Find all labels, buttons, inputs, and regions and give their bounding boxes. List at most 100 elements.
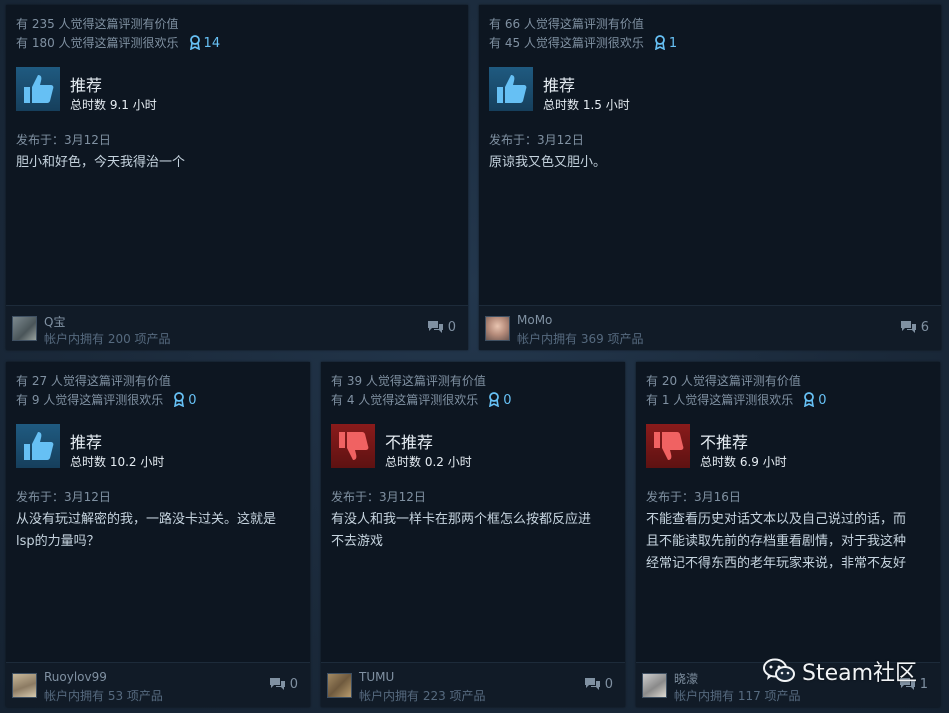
comment-count: 6 xyxy=(920,320,929,335)
review-card[interactable]: 有 27 人觉得这篇评测有价值 有 9 人觉得这篇评测很欢乐 0 推荐 总时数 1… xyxy=(6,362,310,707)
comment-icon xyxy=(900,321,916,333)
funny-count: 有 1 人觉得这篇评测很欢乐 xyxy=(646,393,794,407)
thumbs-up-icon xyxy=(489,67,533,111)
comment-icon xyxy=(584,678,600,690)
avatar[interactable] xyxy=(12,673,37,698)
review-text: 不能查看历史对话文本以及自己说过的话，而 且不能读取先前的存档重看剧情，对于我这… xyxy=(646,509,906,575)
products-owned: 帐户内拥有 117 项产品 xyxy=(674,689,801,703)
comment-icon xyxy=(427,321,443,333)
comments-link[interactable]: 0 xyxy=(427,320,456,335)
award-count: 14 xyxy=(203,36,221,51)
helpful-stats: 有 27 人觉得这篇评测有价值 有 9 人觉得这篇评测很欢乐 0 xyxy=(16,372,197,410)
review-author[interactable]: Q宝 帐户内拥有 200 项产品 0 xyxy=(6,305,468,350)
avatar[interactable] xyxy=(485,316,510,341)
posted-date: 发布于：3月12日 xyxy=(331,490,426,504)
review-text-line: 胆小和好色，今天我得治一个 xyxy=(16,155,186,170)
comments-link[interactable]: 0 xyxy=(269,677,298,692)
watermark-text: Steam社区 xyxy=(802,661,918,686)
hours-played: 总时数 1.5 小时 xyxy=(543,98,630,112)
review-text: 从没有玩过解密的我，一路没卡过关。这就是 lsp的力量吗？ xyxy=(16,509,276,553)
author-name[interactable]: Q宝 xyxy=(44,313,65,330)
comments-link[interactable]: 0 xyxy=(584,677,613,692)
products-owned: 帐户内拥有 223 项产品 xyxy=(359,689,486,703)
review-text-line: lsp的力量吗？ xyxy=(16,534,100,549)
funny-count: 有 180 人觉得这篇评测很欢乐 xyxy=(16,36,179,50)
hours-played: 总时数 0.2 小时 xyxy=(385,455,472,469)
thumbs-down-icon xyxy=(331,424,375,468)
review-text-line: 经常记不得东西的老年玩家来说，非常不友好 xyxy=(646,556,907,571)
helpful-stats: 有 66 人觉得这篇评测有价值 有 45 人觉得这篇评测很欢乐 1 xyxy=(489,15,677,53)
comments-link[interactable]: 6 xyxy=(900,320,929,335)
review-verdict[interactable]: 推荐 总时数 9.1 小时 xyxy=(16,67,316,113)
watermark: Steam社区 xyxy=(762,656,917,686)
wechat-icon xyxy=(763,658,795,682)
award-ribbon-icon xyxy=(189,35,200,51)
award-badge[interactable]: 1 xyxy=(654,34,677,53)
award-badge[interactable]: 14 xyxy=(189,34,221,53)
verdict-label: 不推荐 xyxy=(385,433,434,452)
review-verdict[interactable]: 不推荐 总时数 0.2 小时 xyxy=(331,424,631,470)
review-card[interactable]: 有 66 人觉得这篇评测有价值 有 45 人觉得这篇评测很欢乐 1 推荐 总时数 … xyxy=(479,5,941,350)
award-ribbon-icon xyxy=(489,392,500,408)
products-owned: 帐户内拥有 53 项产品 xyxy=(44,689,163,703)
review-text-line: 且不能读取先前的存档重看剧情，对于我这种 xyxy=(646,534,907,549)
review-text: 有没人和我一样卡在那两个框怎么按都反应进 不去游戏 xyxy=(331,509,591,553)
thumbs-up-icon xyxy=(16,424,60,468)
helpful-stats: 有 20 人觉得这篇评测有价值 有 1 人觉得这篇评测很欢乐 0 xyxy=(646,372,827,410)
award-badge[interactable]: 0 xyxy=(488,391,512,410)
helpful-count: 有 235 人觉得这篇评测有价值 xyxy=(16,17,179,31)
comment-count: 1 xyxy=(919,677,928,692)
award-count: 0 xyxy=(188,393,197,408)
review-author[interactable]: MoMo 帐户内拥有 369 项产品 6 xyxy=(479,305,941,350)
review-author[interactable]: TUMU 帐户内拥有 223 项产品 0 xyxy=(321,662,625,707)
comment-count: 0 xyxy=(604,677,613,692)
award-count: 1 xyxy=(668,36,678,51)
review-text-line: 不能查看历史对话文本以及自己说过的话，而 xyxy=(646,512,907,527)
posted-date: 发布于：3月12日 xyxy=(16,490,111,504)
avatar[interactable] xyxy=(642,673,667,698)
award-count: 0 xyxy=(503,393,512,408)
author-name[interactable]: 晓濛 xyxy=(674,670,698,687)
posted-date: 发布于：3月16日 xyxy=(646,490,741,504)
author-name[interactable]: MoMo xyxy=(517,313,552,327)
comment-icon xyxy=(269,678,285,690)
hours-played: 总时数 9.1 小时 xyxy=(70,98,157,112)
review-text: 原谅我又色又胆小。 xyxy=(489,152,606,174)
review-card[interactable]: 有 235 人觉得这篇评测有价值 有 180 人觉得这篇评测很欢乐 14 推荐 总… xyxy=(6,5,468,350)
review-verdict[interactable]: 不推荐 总时数 6.9 小时 xyxy=(646,424,946,470)
award-count: 0 xyxy=(818,393,827,408)
review-verdict[interactable]: 推荐 总时数 1.5 小时 xyxy=(489,67,789,113)
comment-count: 0 xyxy=(289,677,298,692)
helpful-count: 有 27 人觉得这篇评测有价值 xyxy=(16,374,171,388)
avatar[interactable] xyxy=(12,316,37,341)
award-ribbon-icon xyxy=(804,392,815,408)
review-text: 胆小和好色，今天我得治一个 xyxy=(16,152,185,174)
comment-count: 0 xyxy=(447,320,456,335)
award-badge[interactable]: 0 xyxy=(803,391,827,410)
funny-count: 有 45 人觉得这篇评测很欢乐 xyxy=(489,36,644,50)
review-author[interactable]: Ruoylov99 帐户内拥有 53 项产品 0 xyxy=(6,662,310,707)
review-card[interactable]: 有 39 人觉得这篇评测有价值 有 4 人觉得这篇评测很欢乐 0 不推荐 总时数 … xyxy=(321,362,625,707)
posted-date: 发布于：3月12日 xyxy=(16,133,111,147)
verdict-label: 推荐 xyxy=(70,433,103,452)
thumbs-down-icon xyxy=(646,424,690,468)
verdict-label: 推荐 xyxy=(70,76,103,95)
review-text-line: 原谅我又色又胆小。 xyxy=(489,155,607,170)
verdict-label: 不推荐 xyxy=(700,433,749,452)
author-name[interactable]: TUMU xyxy=(359,670,394,684)
award-badge[interactable]: 0 xyxy=(173,391,197,410)
hours-played: 总时数 6.9 小时 xyxy=(700,455,787,469)
review-text-line: 从没有玩过解密的我，一路没卡过关。这就是 xyxy=(16,512,277,527)
verdict-label: 推荐 xyxy=(543,76,576,95)
hours-played: 总时数 10.2 小时 xyxy=(70,455,165,469)
helpful-count: 有 20 人觉得这篇评测有价值 xyxy=(646,374,801,388)
award-ribbon-icon xyxy=(174,392,185,408)
helpful-stats: 有 39 人觉得这篇评测有价值 有 4 人觉得这篇评测很欢乐 0 xyxy=(331,372,512,410)
products-owned: 帐户内拥有 369 项产品 xyxy=(517,332,644,346)
review-verdict[interactable]: 推荐 总时数 10.2 小时 xyxy=(16,424,316,470)
award-ribbon-icon xyxy=(654,35,665,51)
helpful-count: 有 66 人觉得这篇评测有价值 xyxy=(489,17,644,31)
avatar[interactable] xyxy=(327,673,352,698)
author-name[interactable]: Ruoylov99 xyxy=(44,670,107,684)
thumbs-up-icon xyxy=(16,67,60,111)
